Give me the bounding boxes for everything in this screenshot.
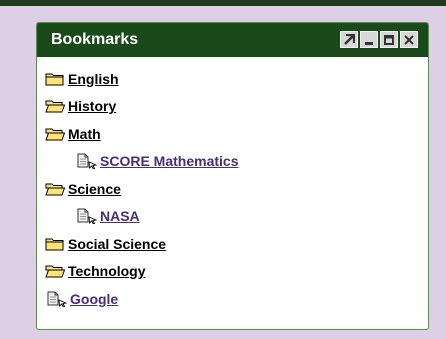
bookmark-folder-english[interactable]: English	[45, 65, 428, 93]
folder-label[interactable]: Technology	[68, 263, 146, 279]
bookmark-link-label[interactable]: Google	[70, 291, 118, 307]
popout-arrow-icon	[344, 33, 355, 45]
folder-open-icon	[45, 183, 65, 196]
maximize-button[interactable]	[380, 31, 398, 48]
minimize-button[interactable]	[360, 31, 378, 48]
bookmark-folder-history[interactable]: History	[45, 93, 428, 121]
bookmark-link-score-mathematics[interactable]: SCORE Mathematics	[45, 148, 428, 176]
bookmark-link-nasa[interactable]: NASA	[45, 203, 428, 231]
bookmark-folder-science[interactable]: Science	[45, 175, 428, 203]
close-x-icon	[404, 34, 414, 45]
folder-label[interactable]: Math	[68, 126, 101, 142]
folder-icon	[45, 73, 64, 86]
bookmark-link-google[interactable]: Google	[45, 285, 428, 313]
folder-open-icon	[45, 100, 65, 113]
bookmark-folder-math[interactable]: Math	[45, 120, 428, 148]
bookmark-page-icon	[47, 291, 67, 307]
panel-title: Bookmarks	[51, 31, 139, 48]
bookmark-list: English History Math SCORE Mathematics S…	[45, 65, 428, 313]
bookmark-page-icon	[77, 208, 97, 225]
minimize-icon	[365, 41, 373, 45]
bookmark-link-label[interactable]: NASA	[100, 208, 140, 224]
window-controls	[340, 31, 418, 48]
folder-icon	[45, 238, 64, 251]
bookmarks-panel: Bookmarks English History Math SCORE Mat…	[36, 22, 429, 330]
close-button[interactable]	[400, 31, 418, 48]
folder-label[interactable]: English	[68, 71, 119, 87]
popout-button[interactable]	[340, 31, 358, 48]
folder-open-icon	[45, 128, 65, 141]
folder-label[interactable]: Science	[68, 181, 121, 197]
maximize-icon	[384, 34, 394, 45]
folder-label[interactable]: Social Science	[68, 236, 166, 252]
bookmark-folder-technology[interactable]: Technology	[45, 258, 428, 286]
bookmark-folder-social-science[interactable]: Social Science	[45, 230, 428, 258]
bookmark-link-label[interactable]: SCORE Mathematics	[100, 153, 238, 169]
folder-open-icon	[45, 265, 65, 278]
panel-titlebar[interactable]: Bookmarks	[37, 23, 428, 57]
bookmark-page-icon	[77, 153, 97, 170]
folder-label[interactable]: History	[68, 98, 116, 114]
top-band	[0, 0, 446, 6]
